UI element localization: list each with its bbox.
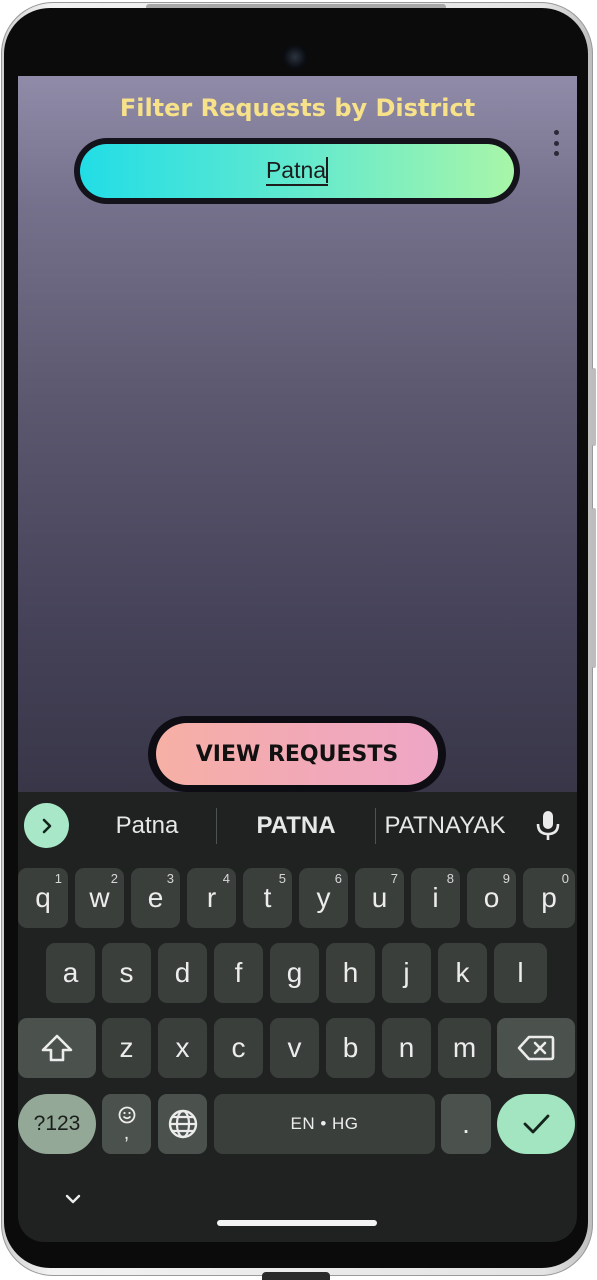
key-w[interactable]: w2 — [75, 868, 124, 928]
power-button — [592, 368, 596, 446]
globe-icon — [168, 1109, 197, 1139]
key-s[interactable]: s — [102, 943, 151, 1003]
front-camera — [282, 44, 308, 70]
key-v[interactable]: v — [270, 1018, 319, 1078]
key-e[interactable]: e3 — [131, 868, 180, 928]
key-r[interactable]: r4 — [187, 868, 236, 928]
shift-key[interactable] — [18, 1018, 96, 1078]
suggestion-divider — [216, 808, 217, 844]
key-y[interactable]: y6 — [299, 868, 348, 928]
menu-dot — [553, 151, 559, 156]
key-k[interactable]: k — [438, 943, 487, 1003]
more-vert-icon[interactable] — [548, 130, 564, 156]
suggestion-2[interactable]: PATNA — [226, 810, 366, 842]
key-o[interactable]: o9 — [467, 868, 516, 928]
menu-dot — [553, 130, 559, 135]
key-q[interactable]: q1 — [18, 868, 68, 928]
suggestion-divider — [375, 808, 376, 844]
key-h[interactable]: h — [326, 943, 375, 1003]
chevron-right-icon[interactable] — [24, 803, 69, 848]
space-key[interactable]: EN • HG — [214, 1094, 435, 1154]
key-j[interactable]: j — [382, 943, 431, 1003]
chevron-down-icon[interactable] — [62, 1192, 84, 1206]
key-p[interactable]: p0 — [523, 868, 575, 928]
app-content: Filter Requests by District Patna VIEW R… — [18, 76, 577, 792]
key-t[interactable]: t5 — [243, 868, 292, 928]
check-icon — [523, 1114, 550, 1134]
key-l[interactable]: l — [494, 943, 547, 1003]
view-requests-button[interactable]: VIEW REQUESTS — [156, 723, 438, 785]
language-key[interactable] — [158, 1094, 207, 1154]
view-requests-container: VIEW REQUESTS — [148, 716, 446, 792]
key-z[interactable]: z — [102, 1018, 151, 1078]
backspace-icon — [517, 1035, 555, 1061]
key-n[interactable]: n — [382, 1018, 431, 1078]
suggestion-3[interactable]: PATNAYAK — [380, 810, 510, 842]
backspace-key[interactable] — [497, 1018, 575, 1078]
on-screen-keyboard: Patna PATNA PATNAYAK q1 w2 e3 r4 t5 y6 u… — [18, 792, 577, 1242]
comma-label: , — [123, 1122, 130, 1144]
district-filter-input[interactable]: Patna — [80, 144, 514, 198]
period-key[interactable]: . — [441, 1094, 491, 1154]
key-c[interactable]: c — [214, 1018, 263, 1078]
volume-button — [592, 508, 596, 668]
page-title: Filter Requests by District — [119, 94, 476, 122]
key-f[interactable]: f — [214, 943, 263, 1003]
suggestion-strip: Patna PATNA PATNAYAK — [18, 792, 577, 860]
home-indicator[interactable] — [217, 1220, 377, 1226]
symbols-key[interactable]: ?123 — [18, 1094, 96, 1154]
emoji-key[interactable]: , — [102, 1094, 151, 1154]
key-d[interactable]: d — [158, 943, 207, 1003]
enter-key[interactable] — [497, 1094, 575, 1154]
key-u[interactable]: u7 — [355, 868, 404, 928]
menu-dot — [553, 140, 559, 146]
phone-bottom-port — [262, 1272, 330, 1280]
key-g[interactable]: g — [270, 943, 319, 1003]
text-caret — [326, 156, 329, 183]
key-m[interactable]: m — [438, 1018, 491, 1078]
key-b[interactable]: b — [326, 1018, 375, 1078]
screen: Filter Requests by District Patna VIEW R… — [18, 76, 577, 1242]
mic-icon[interactable] — [532, 809, 564, 843]
suggestion-1[interactable]: Patna — [88, 810, 206, 842]
district-filter-container: Patna — [74, 138, 520, 204]
key-x[interactable]: x — [158, 1018, 207, 1078]
key-i[interactable]: i8 — [411, 868, 460, 928]
shift-icon — [41, 1034, 73, 1062]
district-filter-value: Patna — [265, 156, 329, 186]
key-a[interactable]: a — [46, 943, 95, 1003]
